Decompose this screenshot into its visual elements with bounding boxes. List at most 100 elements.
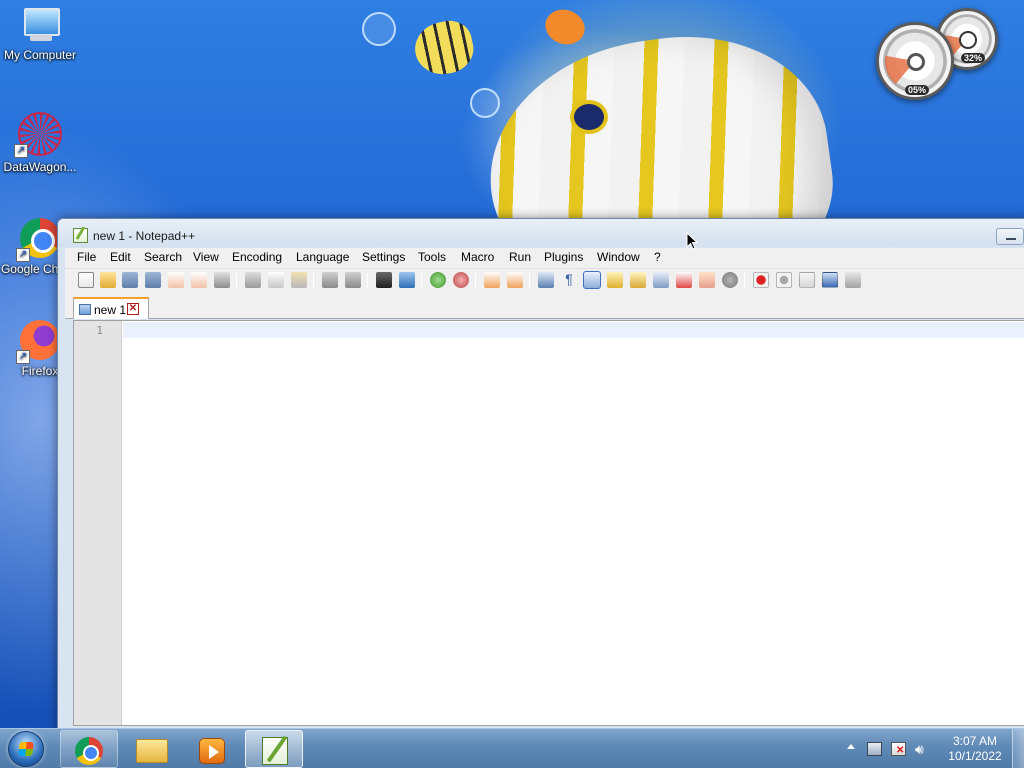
save-macro-icon[interactable] — [845, 272, 861, 288]
sync-vertical-icon[interactable] — [484, 272, 500, 288]
sync-horizontal-icon[interactable] — [507, 272, 523, 288]
open-file-icon[interactable] — [100, 272, 116, 288]
editor-area[interactable]: 1 — [73, 320, 1024, 726]
copy-icon[interactable] — [268, 272, 284, 288]
toolbar-separator — [421, 273, 422, 288]
menu-search[interactable]: Search — [144, 250, 182, 264]
document-map-icon[interactable] — [630, 272, 646, 288]
find-icon[interactable] — [376, 272, 392, 288]
save-all-icon[interactable] — [145, 272, 161, 288]
cpu-gauge-gadget[interactable]: 05% — [876, 22, 954, 100]
tab-new-1[interactable]: new 1 ✕ — [73, 297, 149, 319]
toolbar: ¶ — [65, 268, 1024, 290]
stop-recording-icon[interactable] — [776, 272, 792, 288]
tab-close-icon[interactable]: ✕ — [127, 303, 139, 315]
system-tray: 🔊︎ 3:07 AM 10/1/2022 — [840, 729, 1024, 768]
menu-window[interactable]: Window — [597, 250, 640, 264]
notepadpp-window[interactable]: new 1 - Notepad++ File Edit Search View … — [57, 218, 1024, 738]
taskbar-notepadpp-button[interactable] — [245, 730, 303, 768]
taskbar-chrome-button[interactable] — [60, 730, 118, 768]
wallpaper-bubble — [362, 12, 396, 46]
desktop-icon-datawagon[interactable]: ↗ DataWagon... — [0, 112, 80, 174]
toolbar-separator — [236, 273, 237, 288]
chrome-icon — [75, 737, 103, 765]
network-icon[interactable] — [867, 742, 882, 756]
start-button[interactable] — [4, 729, 48, 768]
panel-toggle-icon[interactable] — [722, 272, 738, 288]
clock-time: 3:07 AM — [952, 734, 998, 748]
menu-settings[interactable]: Settings — [362, 250, 405, 264]
notepadpp-icon[interactable] — [73, 228, 88, 243]
menu-encoding[interactable]: Encoding — [232, 250, 282, 264]
new-file-icon[interactable] — [78, 272, 94, 288]
undo-icon[interactable] — [322, 272, 338, 288]
playback-macro-icon[interactable] — [799, 272, 815, 288]
paste-icon[interactable] — [291, 272, 307, 288]
show-all-characters-icon[interactable]: ¶ — [561, 272, 577, 288]
shortcut-arrow-icon: ↗ — [16, 350, 30, 364]
taskbar-media-player-button[interactable] — [182, 730, 240, 768]
toolbar-separator — [744, 273, 745, 288]
save-icon[interactable] — [122, 272, 138, 288]
volume-icon[interactable]: 🔊︎ — [915, 742, 930, 756]
desktop-icon-label: My Computer — [3, 48, 77, 62]
shortcut-arrow-icon: ↗ — [16, 248, 30, 262]
function-list-icon[interactable] — [653, 272, 669, 288]
document-icon — [79, 304, 91, 315]
menu-edit[interactable]: Edit — [110, 250, 131, 264]
cut-icon[interactable] — [245, 272, 261, 288]
close-all-icon[interactable] — [191, 272, 207, 288]
clock[interactable]: 3:07 AM 10/1/2022 — [940, 734, 1010, 764]
word-wrap-icon[interactable] — [538, 272, 554, 288]
replace-icon[interactable] — [399, 272, 415, 288]
show-hidden-icons-icon[interactable] — [847, 744, 855, 749]
toolbar-separator — [367, 273, 368, 288]
print-icon[interactable] — [214, 272, 230, 288]
desktop-icon-label: Firefox — [21, 364, 59, 378]
menu-macro[interactable]: Macro — [461, 250, 494, 264]
taskbar: 🔊︎ 3:07 AM 10/1/2022 — [0, 728, 1024, 768]
menu-help[interactable]: ? — [654, 250, 661, 264]
desktop-icon-my-computer[interactable]: My Computer — [0, 8, 80, 62]
line-number-gutter: 1 — [74, 321, 122, 725]
record-macro-icon[interactable] — [753, 272, 769, 288]
current-line-highlight — [123, 322, 1024, 338]
menu-run[interactable]: Run — [509, 250, 531, 264]
indent-guide-icon[interactable] — [583, 271, 601, 289]
memory-value: 32% — [961, 53, 986, 63]
line-number: 1 — [96, 324, 103, 337]
clock-date: 10/1/2022 — [948, 749, 1002, 763]
computer-icon — [20, 8, 60, 44]
doc-switcher-icon[interactable] — [699, 272, 715, 288]
minimize-button[interactable] — [996, 228, 1024, 245]
menu-language[interactable]: Language — [296, 250, 349, 264]
mouse-cursor-icon — [686, 231, 699, 250]
action-center-flag-icon[interactable] — [891, 742, 906, 756]
menu-file[interactable]: File — [77, 250, 96, 264]
show-desktop-button[interactable] — [1012, 729, 1024, 768]
memory-chip-icon — [959, 31, 977, 49]
wallpaper-fish-eye — [570, 100, 608, 134]
zoom-in-icon[interactable] — [430, 272, 446, 288]
windows-logo-icon — [8, 731, 44, 767]
menu-plugins[interactable]: Plugins — [544, 250, 583, 264]
toolbar-separator — [529, 273, 530, 288]
taskbar-explorer-button[interactable] — [121, 730, 179, 768]
run-macro-multiple-icon[interactable] — [822, 272, 838, 288]
wallpaper-small-fish — [410, 16, 478, 80]
menu-tools[interactable]: Tools — [418, 250, 446, 264]
close-icon[interactable] — [168, 272, 184, 288]
toolbar-separator — [313, 273, 314, 288]
tab-label: new 1 — [94, 303, 127, 317]
window-title: new 1 - Notepad++ — [93, 229, 196, 243]
redo-icon[interactable] — [345, 272, 361, 288]
title-bar[interactable]: new 1 - Notepad++ — [58, 219, 1024, 247]
folder-as-workspace-icon[interactable] — [676, 272, 692, 288]
menu-view[interactable]: View — [193, 250, 219, 264]
cpu-chip-icon — [907, 53, 925, 71]
user-defined-language-icon[interactable] — [607, 272, 623, 288]
media-player-icon — [199, 738, 225, 764]
shortcut-arrow-icon: ↗ — [14, 144, 28, 158]
zoom-out-icon[interactable] — [453, 272, 469, 288]
wallpaper-bubble — [470, 88, 500, 118]
